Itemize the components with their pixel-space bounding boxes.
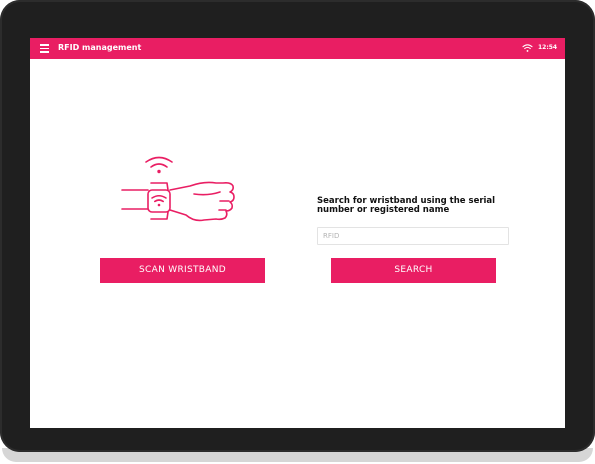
search-button[interactable]: SEARCH [331, 258, 496, 283]
search-instructions: Search for wristband using the serial nu… [317, 196, 496, 215]
screen: RFID management 12:54 SCAN WRISTBAND Sea… [30, 38, 565, 428]
tablet-frame: RFID management 12:54 SCAN WRISTBAND Sea… [0, 0, 595, 452]
hamburger-menu-icon[interactable] [40, 44, 49, 53]
wristband-scan-icon [121, 156, 235, 222]
app-title: RFID management [58, 43, 142, 52]
wifi-icon [522, 44, 533, 52]
scan-wristband-button[interactable]: SCAN WRISTBAND [100, 258, 265, 283]
rfid-search-input[interactable] [317, 227, 509, 245]
status-clock: 12:54 [538, 44, 558, 51]
app-bar: RFID management 12:54 [30, 38, 565, 59]
